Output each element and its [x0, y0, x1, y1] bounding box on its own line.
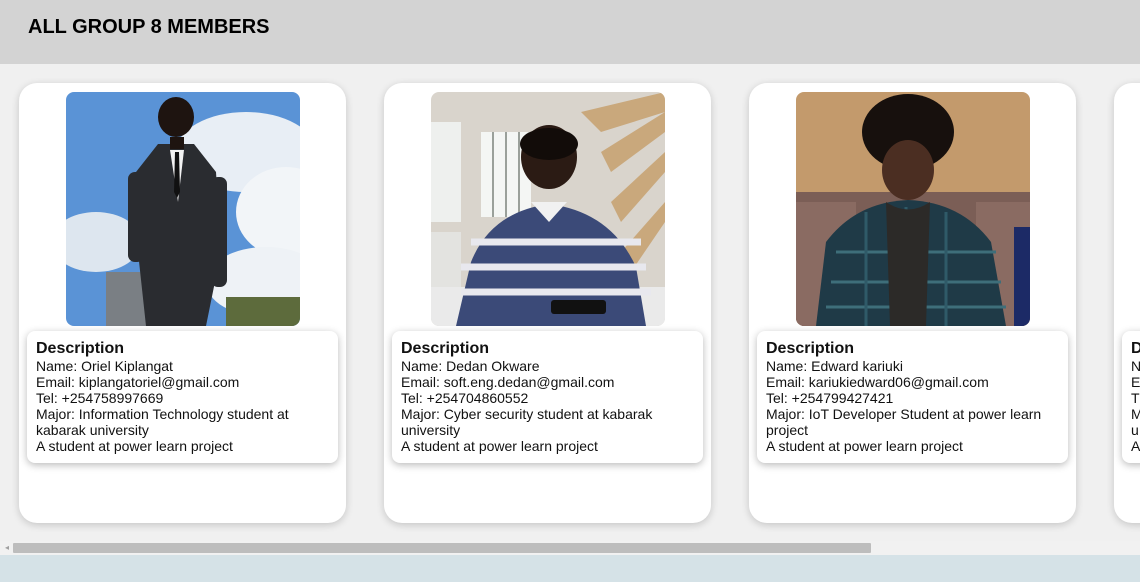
description-title: Description: [766, 340, 855, 357]
person-photo-icon: [431, 92, 665, 326]
member-card-edward: Description Name: Edward kariuki Email: …: [749, 83, 1076, 523]
person-photo-icon: [66, 92, 300, 326]
scroll-left-arrow-icon[interactable]: ◂: [2, 543, 12, 553]
description-title: D: [1131, 340, 1140, 357]
member-name: Name: Edward kariuki: [766, 358, 903, 374]
description-box: D N E T M u A: [1122, 331, 1140, 463]
member-major: M: [1131, 406, 1140, 422]
member-name: Name: Oriel Kiplangat: [36, 358, 173, 374]
page-title: ALL GROUP 8 MEMBERS: [28, 16, 270, 38]
member-email: Email: soft.eng.dedan@gmail.com: [401, 374, 615, 390]
member-major: Major: Cyber security student at kabarak…: [401, 406, 653, 438]
page-header: ALL GROUP 8 MEMBERS: [0, 0, 1140, 64]
description-title: Description: [36, 340, 125, 357]
members-carousel[interactable]: Description Name: Oriel Kiplangat Email:…: [0, 64, 1140, 541]
member-tel: T: [1131, 390, 1140, 406]
member-major: Major: Information Technology student at…: [36, 406, 289, 438]
member-card-oriel: Description Name: Oriel Kiplangat Email:…: [19, 83, 346, 523]
member-card-dedan: Description Name: Dedan Okware Email: so…: [384, 83, 711, 523]
description-box: Description Name: Edward kariuki Email: …: [757, 331, 1068, 463]
member-photo: [431, 92, 665, 326]
member-email: Email: kiplangatoriel@gmail.com: [36, 374, 240, 390]
scrollbar-thumb[interactable]: [13, 543, 871, 553]
member-note: A student at power learn project: [401, 438, 598, 454]
member-photo: [66, 92, 300, 326]
member-name: N: [1131, 358, 1140, 374]
member-note: A: [1131, 438, 1140, 454]
member-major: Major: IoT Developer Student at power le…: [766, 406, 1042, 438]
member-card-partial: D N E T M u A: [1114, 83, 1140, 523]
member-email: Email: kariukiedward06@gmail.com: [766, 374, 989, 390]
page-footer-area: [0, 555, 1140, 582]
member-email: E: [1131, 374, 1140, 390]
person-photo-icon: [796, 92, 1030, 326]
member-note: A student at power learn project: [766, 438, 963, 454]
member-photo: [796, 92, 1030, 326]
member-tel: Tel: +254758997669: [36, 390, 164, 406]
horizontal-scrollbar[interactable]: ◂: [0, 541, 1140, 555]
description-box: Description Name: Oriel Kiplangat Email:…: [27, 331, 338, 463]
member-note: A student at power learn project: [36, 438, 233, 454]
member-tel: Tel: +254704860552: [401, 390, 529, 406]
description-box: Description Name: Dedan Okware Email: so…: [392, 331, 703, 463]
member-major-cont: u: [1131, 422, 1139, 438]
member-name: Name: Dedan Okware: [401, 358, 540, 374]
member-tel: Tel: +254799427421: [766, 390, 894, 406]
description-title: Description: [401, 340, 490, 357]
